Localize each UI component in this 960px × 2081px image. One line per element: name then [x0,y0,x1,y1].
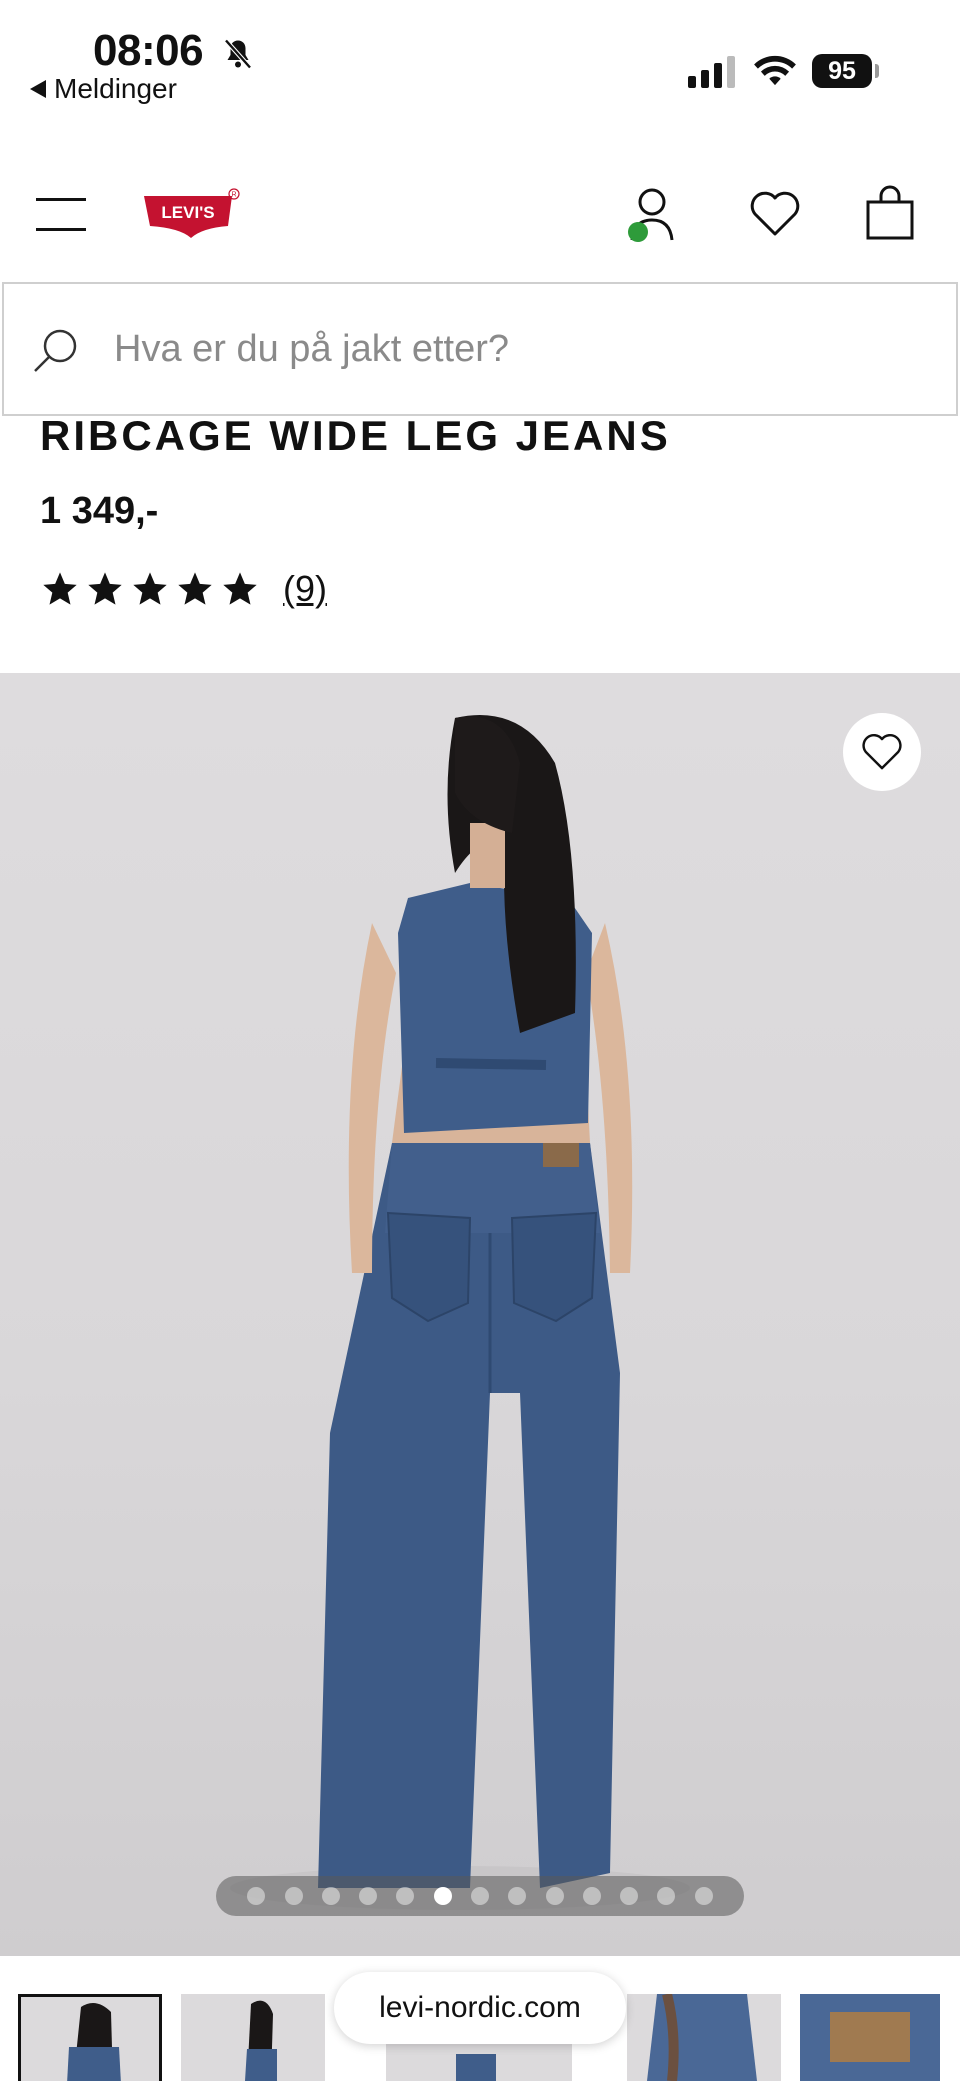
carousel-dot[interactable] [657,1887,676,1905]
clock: 08:06 [93,26,204,75]
thumbnail-1[interactable] [18,1994,162,2081]
status-bar: 08:06 Meldinger 95 [0,0,960,120]
carousel-dot[interactable] [508,1887,527,1905]
add-to-favorites-button[interactable] [843,713,921,791]
search-bar[interactable] [2,282,958,416]
search-input[interactable] [114,314,914,384]
carousel-dot[interactable] [470,1887,489,1905]
carousel-dot[interactable] [396,1887,415,1905]
logo-text: LEVI'S [161,203,214,222]
product-title: RIBCAGE WIDE LEG JEANS [40,412,671,459]
carousel-dot[interactable] [359,1887,378,1905]
battery-tip [875,64,879,78]
star-icon [178,572,212,605]
product-rating: (9) [40,568,327,610]
carousel-dot[interactable] [582,1887,601,1905]
browser-url-bar[interactable]: levi-nordic.com [334,1972,626,2044]
thumbnail-2[interactable] [181,1994,325,2081]
site-header: LEVI'S R [0,170,960,260]
back-label: Meldinger [54,73,177,104]
back-to-messages-link[interactable]: Meldinger [30,73,177,105]
carousel-dot[interactable] [321,1887,340,1905]
svg-text:R: R [231,192,236,199]
review-count-link[interactable]: (9) [283,568,327,610]
back-arrow-icon [30,80,46,98]
star-icon [43,572,77,605]
carousel-dot[interactable] [545,1887,564,1905]
account-status-dot [628,222,648,242]
product-photo [230,715,690,1910]
signal-icon [688,54,735,88]
star-icon [223,572,257,605]
carousel-dot[interactable] [620,1887,639,1905]
levis-logo[interactable]: LEVI'S R [142,188,240,240]
star-icon [133,572,167,605]
battery-icon: 95 [812,54,872,88]
product-price: 1 349,- [40,490,159,532]
star-icon [88,572,122,605]
heart-icon [862,734,902,770]
menu-icon[interactable] [36,198,86,232]
product-image-carousel[interactable] [0,673,960,1956]
bell-muted-icon [224,39,252,69]
thumbnail-4[interactable] [627,1994,781,2081]
carousel-dot-active[interactable] [433,1887,452,1905]
carousel-dot[interactable] [284,1887,303,1905]
carousel-dot[interactable] [247,1887,266,1905]
shopping-bag-icon[interactable] [864,184,916,242]
thumbnail-5[interactable] [800,1994,940,2081]
wishlist-heart-icon[interactable] [747,188,803,240]
carousel-dot[interactable] [694,1887,713,1905]
search-icon [34,329,77,372]
carousel-pagination [216,1876,744,1916]
wifi-icon [754,55,796,86]
